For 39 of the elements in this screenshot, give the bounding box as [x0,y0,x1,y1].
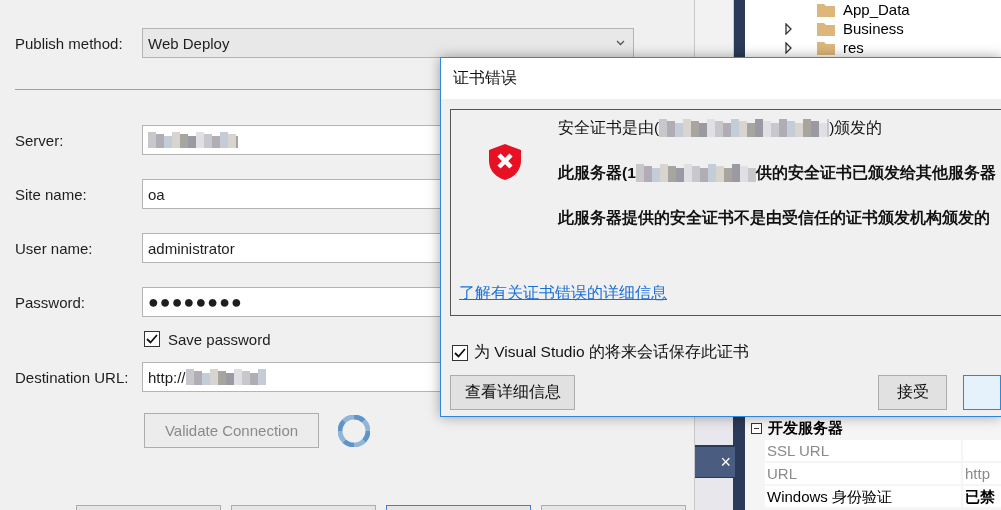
property-value: 已禁 [963,486,1001,507]
message-text: 此服务器提供的安全证书不是由受信任的证书颁发机构颁发的 [558,207,990,228]
property-name: URL [765,463,961,484]
dialog-button[interactable]: 接受 [878,375,948,410]
tree-item[interactable]: Business [843,20,904,37]
button[interactable] [963,375,1001,410]
property-name: Windows 身份验证 [765,486,961,507]
field-label: Server: [14,131,65,149]
category-label: 开发服务器 [768,418,843,438]
property-name: SSL URL [765,440,961,461]
loading-spinner-icon [338,414,370,447]
field-label: Destination URL: [14,368,130,386]
dialog-button[interactable]: 查看详细信息 [450,375,576,410]
folder-icon [817,2,835,17]
tree-item[interactable]: res [843,39,864,56]
checkbox[interactable] [144,331,160,347]
publish-method-dropdown[interactable]: Web Deploy [142,28,634,58]
chevron-down-icon [616,40,625,46]
dialog-title: 证书错误 [453,68,517,88]
close-button[interactable]: × [695,447,735,477]
collapse-icon[interactable] [751,422,762,434]
expand-arrow-icon[interactable] [785,41,793,54]
folder-icon [817,40,835,55]
field-label: Publish method: [14,34,124,52]
message-text: 安全证书是由( [558,117,660,138]
error-shield-icon [488,143,522,181]
folder-icon [817,21,835,36]
property-value: http [963,463,1001,484]
tree-item[interactable]: App_Data [843,1,910,18]
field-label: Password: [14,293,87,311]
field-label: Site name: [14,185,88,203]
checkbox-label: Save password [168,330,271,348]
checkbox[interactable] [452,344,468,361]
field-label: User name: [14,239,94,257]
button[interactable] [386,505,531,510]
checkbox-label: 为 Visual Studio 的将来会话保存此证书 [474,342,749,362]
message-text: 供的安全证书已颁发给其他服务器 [755,162,996,183]
message-text: )颁发的 [829,117,883,138]
expand-arrow-icon[interactable] [785,22,793,35]
